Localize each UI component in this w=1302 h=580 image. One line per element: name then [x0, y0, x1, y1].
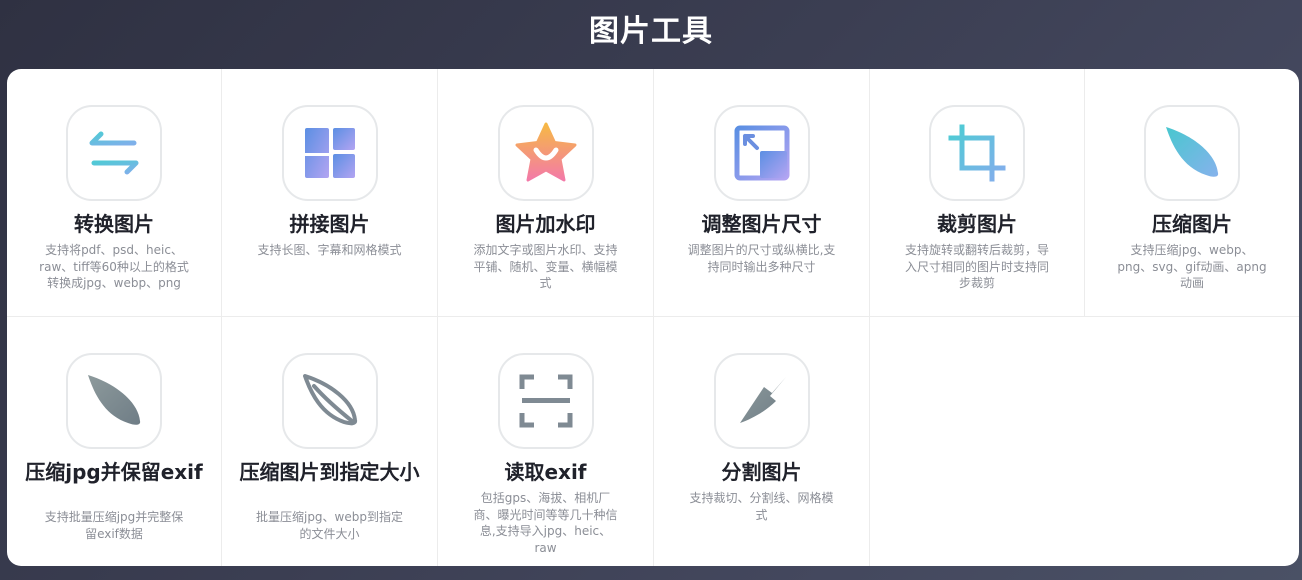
tool-title: 压缩图片 [1152, 212, 1232, 236]
star-watermark-icon [497, 105, 594, 201]
tool-title: 压缩图片到指定大小 [239, 460, 420, 484]
tool-desc: 调整图片的尺寸或纵横比,支持同时输出多种尺寸 [687, 243, 836, 274]
tool-card-compress[interactable]: 压缩图片 支持压缩jpg、webp、png、svg、gif动画、apng动画 [1085, 69, 1299, 317]
tool-desc: 支持长图、字幕和网格模式 [257, 243, 402, 257]
resize-icon [713, 105, 810, 201]
tool-card-stitch[interactable]: 拼接图片 支持长图、字幕和网格模式 [222, 69, 438, 317]
tool-title: 拼接图片 [289, 212, 370, 236]
empty-cell [870, 317, 1085, 566]
tool-card-split[interactable]: 分割图片 支持裁切、分割线、网格模式 [654, 317, 870, 566]
tools-panel: 转换图片 支持将pdf、psd、heic、raw、tiff等60种以上的格式转换… [7, 69, 1299, 566]
grid-layout-icon [281, 105, 378, 201]
crop-icon [929, 105, 1025, 201]
tool-desc: 支持压缩jpg、webp、png、svg、gif动画、apng动画 [1117, 243, 1267, 290]
leaf-icon [1144, 105, 1240, 201]
tool-card-compress-size[interactable]: 压缩图片到指定大小 批量压缩jpg、webp到指定的文件大小 [222, 317, 438, 566]
tool-desc: 支持将pdf、psd、heic、raw、tiff等60种以上的格式转换成jpg、… [39, 243, 189, 290]
tool-card-crop[interactable]: 裁剪图片 支持旋转或翻转后裁剪，导入尺寸相同的图片时支持同步裁剪 [870, 69, 1085, 317]
tool-title: 转换图片 [74, 212, 154, 236]
tool-title: 分割图片 [721, 460, 802, 484]
scan-icon [497, 353, 594, 449]
tool-card-convert[interactable]: 转换图片 支持将pdf、psd、heic、raw、tiff等60种以上的格式转换… [7, 69, 222, 317]
tools-grid: 转换图片 支持将pdf、psd、heic、raw、tiff等60种以上的格式转换… [7, 69, 1299, 566]
page-title: 图片工具 [589, 14, 713, 49]
tool-title: 调整图片尺寸 [701, 212, 822, 236]
tool-title: 裁剪图片 [937, 212, 1017, 236]
tool-desc: 支持裁切、分割线、网格模式 [689, 491, 834, 522]
tool-card-watermark[interactable]: 图片加水印 添加文字或图片水印、支持平铺、随机、变量、横幅模式 [438, 69, 654, 317]
tool-desc: 批量压缩jpg、webp到指定的文件大小 [255, 510, 403, 541]
tool-desc: 支持旋转或翻转后裁剪，导入尺寸相同的图片时支持同步裁剪 [904, 243, 1049, 290]
tool-card-compress-exif[interactable]: 压缩jpg并保留exif 支持批量压缩jpg并完整保留exif数据 [7, 317, 222, 566]
tool-desc: 支持批量压缩jpg并完整保留exif数据 [44, 510, 184, 541]
empty-cell [1085, 317, 1299, 566]
leaf-gray-icon [66, 353, 162, 449]
knife-icon [713, 353, 810, 449]
tool-desc: 包括gps、海拔、相机厂商、曝光时间等等几十种信息,支持导入jpg、heic、r… [473, 491, 618, 555]
convert-arrows-icon [66, 105, 162, 201]
tool-title: 压缩jpg并保留exif [25, 460, 203, 484]
tool-title: 图片加水印 [495, 212, 596, 236]
leaf-outline-icon [281, 353, 378, 449]
tool-card-resize[interactable]: 调整图片尺寸 调整图片的尺寸或纵横比,支持同时输出多种尺寸 [654, 69, 870, 317]
tool-desc: 添加文字或图片水印、支持平铺、随机、变量、横幅模式 [473, 243, 618, 290]
tool-title: 读取exif [504, 460, 587, 484]
tool-card-read-exif[interactable]: 读取exif 包括gps、海拔、相机厂商、曝光时间等等几十种信息,支持导入jpg… [438, 317, 654, 566]
